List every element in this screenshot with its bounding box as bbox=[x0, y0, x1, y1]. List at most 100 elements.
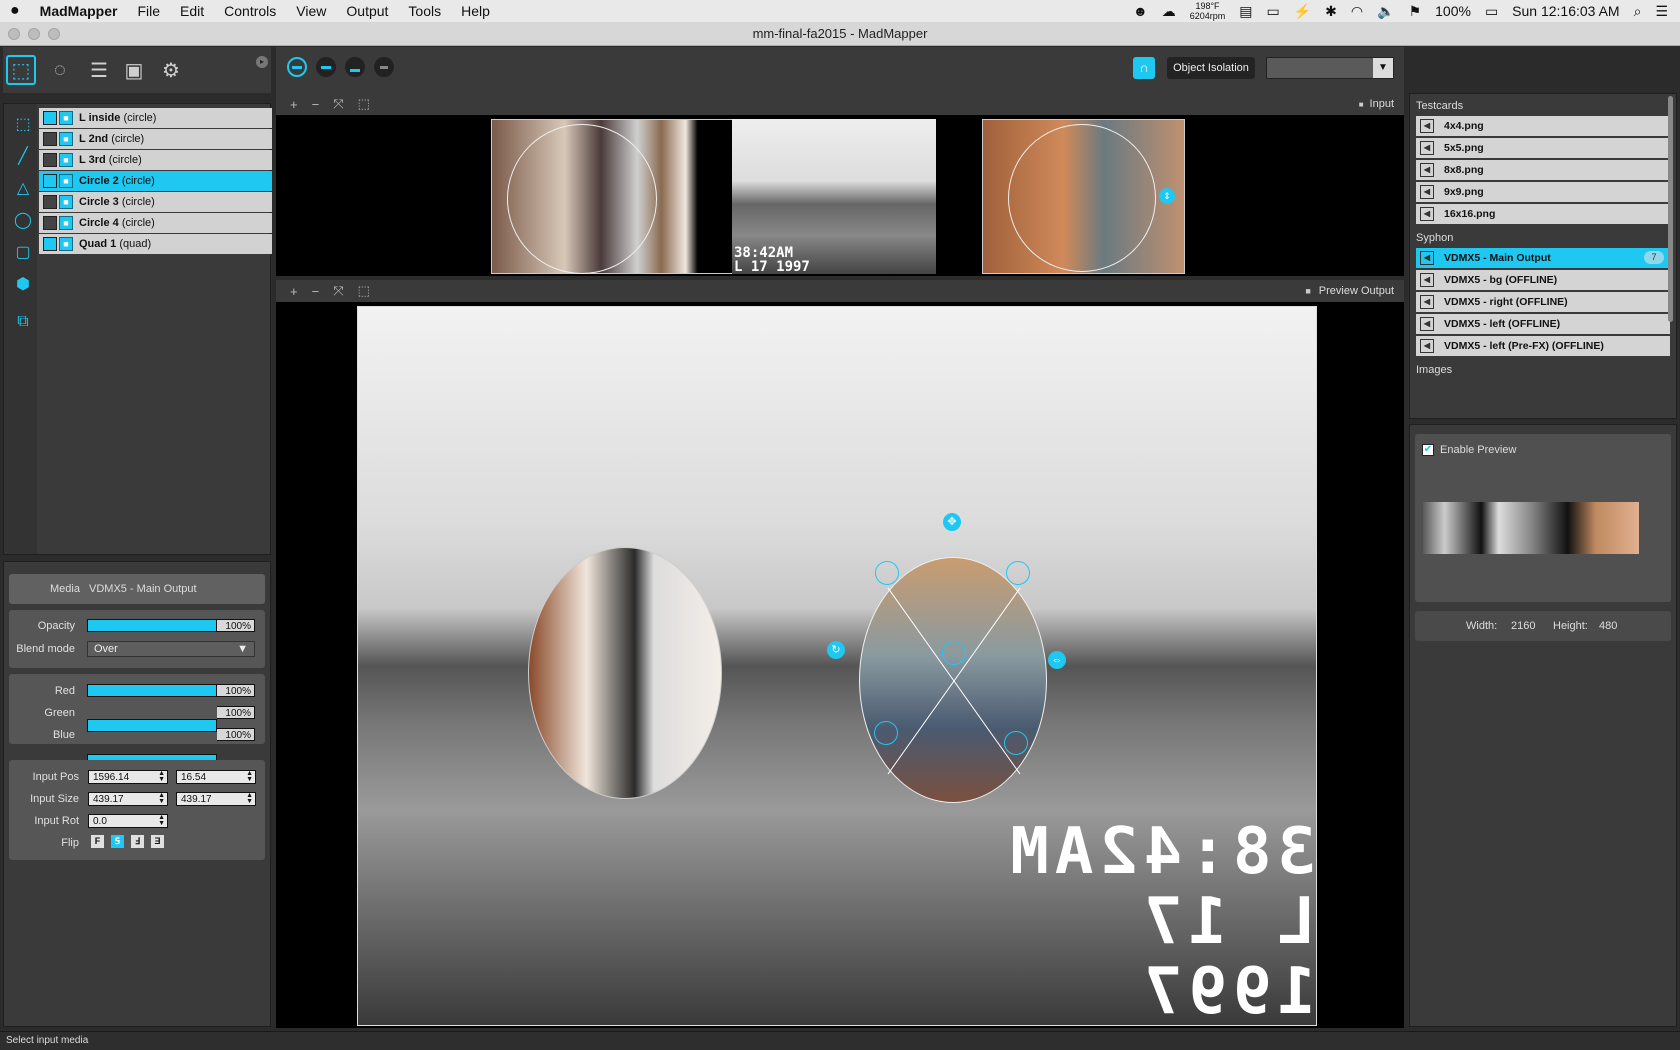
preview-zoom-out-icon[interactable]: − bbox=[312, 284, 320, 299]
enable-preview-checkbox[interactable]: ✔ bbox=[1422, 444, 1434, 456]
flip-both-button[interactable]: Ǝ bbox=[151, 835, 164, 848]
input-pos-y-field[interactable]: 16.54 ▲ ▼ bbox=[176, 770, 256, 784]
zoom-out-icon[interactable]: − bbox=[312, 97, 320, 112]
layer-row[interactable]: ■ L 2nd (circle) bbox=[39, 129, 272, 149]
mode-output-icon[interactable] bbox=[345, 57, 365, 77]
rotate-view-icon[interactable] bbox=[374, 57, 394, 77]
layer-visibility-checkbox[interactable] bbox=[43, 132, 57, 146]
add-group-tool-icon[interactable]: ⧉ bbox=[11, 310, 35, 334]
preview-zoom-in-icon[interactable]: + bbox=[290, 284, 298, 299]
add-line-tool-icon[interactable]: ╱ bbox=[11, 144, 35, 168]
play-icon[interactable]: ◀ bbox=[1420, 185, 1434, 199]
layer-row[interactable]: ■ L 3rd (circle) bbox=[39, 150, 272, 170]
preview-view-checkbox[interactable]: ■ bbox=[1305, 286, 1310, 296]
alien-icon[interactable]: ☻ bbox=[1133, 3, 1148, 19]
bluetooth-icon[interactable]: ✱ bbox=[1325, 3, 1337, 20]
play-icon[interactable]: ◀ bbox=[1420, 141, 1434, 155]
input-size-w-field[interactable]: 439.17 ▲ ▼ bbox=[88, 792, 168, 806]
menu-output[interactable]: Output bbox=[336, 0, 398, 22]
red-slider[interactable] bbox=[87, 684, 217, 697]
preview-fit-view-icon[interactable]: ⤧ bbox=[333, 283, 343, 299]
testcard-item[interactable]: ◀ 4x4.png bbox=[1416, 116, 1670, 136]
isolation-dropdown-arrow-icon[interactable]: ▼ bbox=[1373, 58, 1393, 78]
menu-view[interactable]: View bbox=[286, 0, 336, 22]
add-3d-object-tool-icon[interactable]: ⬢ bbox=[11, 272, 35, 296]
flag-icon[interactable]: ⚑ bbox=[1409, 3, 1422, 20]
syphon-source-item[interactable]: ◀ VDMX5 - left (Pre-FX) (OFFLINE) bbox=[1416, 336, 1670, 356]
layer-row[interactable]: ■ Quad 1 (quad) bbox=[39, 234, 272, 254]
testcard-item[interactable]: ◀ 16x16.png bbox=[1416, 204, 1670, 224]
menu-controls[interactable]: Controls bbox=[214, 0, 286, 22]
opacity-slider[interactable] bbox=[87, 619, 217, 632]
play-icon[interactable]: ◀ bbox=[1420, 273, 1434, 287]
add-circle-tool-icon[interactable]: ◯ bbox=[11, 208, 35, 232]
corner-handle-bottom-right[interactable] bbox=[1004, 731, 1028, 755]
move-handle-icon[interactable]: ✥ bbox=[943, 513, 961, 531]
layer-visibility-checkbox[interactable] bbox=[43, 153, 57, 167]
play-icon[interactable]: ◀ bbox=[1420, 295, 1434, 309]
layer-visibility-checkbox[interactable] bbox=[43, 195, 57, 209]
play-icon[interactable]: ◀ bbox=[1420, 317, 1434, 331]
menu-tools[interactable]: Tools bbox=[398, 0, 451, 22]
syphon-source-item[interactable]: ◀ VDMX5 - right (OFFLINE) bbox=[1416, 292, 1670, 312]
add-triangle-tool-icon[interactable]: △ bbox=[11, 176, 35, 200]
preview-output-view[interactable]: + − ⤧ ⬚ ■ Preview Output ✥ ↻ ⇔ 38:42AM L … bbox=[276, 280, 1404, 1028]
corner-handle-bottom-left[interactable] bbox=[874, 721, 898, 745]
headphones-isolation-icon[interactable]: ∩ bbox=[1133, 57, 1155, 79]
notification-icon[interactable]: ☰ bbox=[1655, 3, 1668, 20]
flip-horizontal-button[interactable]: Ꟊ bbox=[111, 835, 124, 848]
grid-toggle-icon[interactable]: ⬚ bbox=[358, 96, 370, 112]
layer-lock-icon[interactable]: ■ bbox=[59, 216, 73, 230]
testcard-item[interactable]: ◀ 8x8.png bbox=[1416, 160, 1670, 180]
selected-circle-outline[interactable] bbox=[1008, 124, 1156, 272]
menu-file[interactable]: File bbox=[127, 0, 170, 22]
battery-readout[interactable]: 100% bbox=[1435, 3, 1471, 19]
wifi-icon[interactable]: ◠ bbox=[1351, 3, 1363, 20]
gear-icon[interactable]: ⚙ bbox=[156, 55, 186, 85]
flip-vertical-button[interactable]: Ⅎ bbox=[131, 835, 144, 848]
layer-visibility-checkbox[interactable] bbox=[43, 111, 57, 125]
syphon-source-item[interactable]: ◀ VDMX5 - left (OFFLINE) bbox=[1416, 314, 1670, 334]
syphon-source-item[interactable]: ◀ VDMX5 - Main Output 7 bbox=[1416, 248, 1670, 268]
input-size-h-field[interactable]: 439.17 ▲ ▼ bbox=[176, 792, 256, 806]
collapse-arrow-icon[interactable]: ▸ bbox=[256, 56, 268, 68]
projector-tab-icon[interactable]: ▣ bbox=[119, 55, 149, 85]
scale-handle-icon[interactable]: ⇔ bbox=[1048, 651, 1066, 669]
center-handle[interactable] bbox=[942, 641, 966, 665]
green-slider[interactable] bbox=[87, 719, 217, 732]
bolt-icon[interactable]: ⚡ bbox=[1294, 3, 1311, 20]
volume-icon[interactable]: 🔈 bbox=[1377, 3, 1394, 20]
minimize-window-button[interactable] bbox=[28, 28, 40, 40]
grid-icon[interactable]: ▤ bbox=[1239, 3, 1252, 20]
zoom-window-button[interactable] bbox=[48, 28, 60, 40]
layer-row[interactable]: ■ Circle 4 (circle) bbox=[39, 213, 272, 233]
object-isolation-button[interactable]: Object Isolation bbox=[1167, 57, 1255, 79]
layer-row[interactable]: ■ L inside (circle) bbox=[39, 108, 272, 128]
media-selector[interactable]: Media VDMX5 - Main Output bbox=[9, 574, 265, 604]
layer-lock-icon[interactable]: ■ bbox=[59, 174, 73, 188]
circle-shape-l-inside[interactable] bbox=[528, 547, 722, 799]
layer-lock-icon[interactable]: ■ bbox=[59, 195, 73, 209]
circle-shape-circle-2-selected[interactable] bbox=[859, 557, 1047, 803]
corner-handle-top-right[interactable] bbox=[1006, 561, 1030, 585]
menu-edit[interactable]: Edit bbox=[170, 0, 214, 22]
opacity-value[interactable]: 100% bbox=[217, 619, 255, 632]
layer-visibility-checkbox[interactable] bbox=[43, 174, 57, 188]
layer-lock-icon[interactable]: ■ bbox=[59, 153, 73, 167]
close-window-button[interactable] bbox=[8, 28, 20, 40]
layer-row[interactable]: ■ Circle 2 (circle) bbox=[39, 171, 272, 191]
isolation-select[interactable]: ▼ bbox=[1266, 57, 1394, 79]
mode-input-icon[interactable] bbox=[316, 57, 336, 77]
list-tab-icon[interactable]: ☰ bbox=[84, 55, 114, 85]
layer-lock-icon[interactable]: ■ bbox=[59, 237, 73, 251]
spotlight-icon[interactable]: ⌕ bbox=[1634, 3, 1642, 20]
add-quad-tool-icon[interactable]: ⬚ bbox=[11, 112, 35, 136]
rotate-handle-icon[interactable]: ↻ bbox=[827, 641, 845, 659]
input-view-checkbox[interactable]: ■ bbox=[1359, 100, 1364, 109]
surfaces-tab-icon[interactable]: ⬚ bbox=[6, 55, 36, 85]
play-icon[interactable]: ◀ bbox=[1420, 339, 1434, 353]
zoom-in-icon[interactable]: + bbox=[290, 97, 298, 112]
clock[interactable]: Sun 12:16:03 AM bbox=[1512, 3, 1619, 19]
input-rot-field[interactable]: 0.0 ▲ ▼ bbox=[88, 814, 168, 828]
green-value[interactable]: 100% bbox=[217, 706, 255, 719]
